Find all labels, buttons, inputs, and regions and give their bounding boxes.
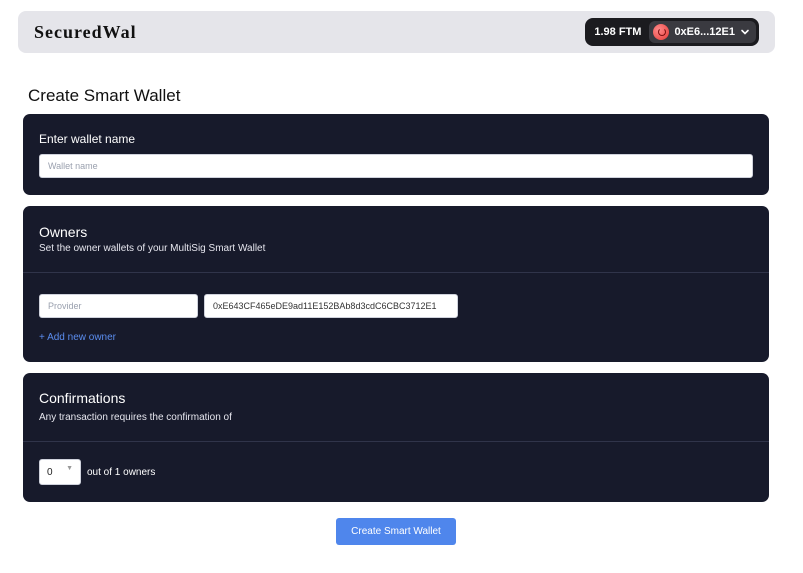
- wallet-name-input[interactable]: Wallet name: [39, 154, 753, 178]
- balance-label: 1.98 FTM: [594, 26, 642, 38]
- brand-logo: SecuredWal: [34, 22, 137, 42]
- add-owner-link[interactable]: + Add new owner: [39, 332, 116, 343]
- provider-input[interactable]: Provider: [39, 294, 198, 318]
- confirmations-select[interactable]: 0 ▼: [39, 459, 81, 485]
- owners-subtitle: Set the owner wallets of your MultiSig S…: [39, 243, 266, 254]
- account-widget[interactable]: 1.98 FTM 0xE6...12E1: [585, 18, 759, 46]
- confirmations-card: Confirmations Any transaction requires t…: [23, 373, 769, 502]
- chevron-down-icon: [741, 29, 749, 35]
- create-smart-wallet-button[interactable]: Create Smart Wallet: [336, 518, 456, 545]
- owners-title: Owners: [39, 224, 88, 240]
- top-bar: SecuredWal 1.98 FTM 0xE6...12E1: [18, 11, 775, 53]
- account-address: 0xE6...12E1: [674, 26, 735, 38]
- wallet-name-card: Enter wallet name Wallet name: [23, 114, 769, 195]
- owners-divider: [23, 272, 769, 273]
- owners-card: Owners Set the owner wallets of your Mul…: [23, 206, 769, 362]
- wallet-name-label: Enter wallet name: [39, 132, 136, 146]
- confirmations-select-value: 0: [47, 466, 53, 478]
- account-address-button[interactable]: 0xE6...12E1: [649, 21, 756, 43]
- account-avatar-icon: [653, 24, 670, 40]
- select-caret-icon: ▼: [66, 465, 73, 472]
- confirmations-divider: [23, 441, 769, 442]
- page-title: Create Smart Wallet: [28, 86, 181, 105]
- out-of-owners-label: out of 1 owners: [87, 467, 156, 478]
- owner-address-input[interactable]: 0xE643CF465eDE9ad11E152BAb8d3cdC6CBC3712…: [204, 294, 458, 318]
- confirmations-subtitle: Any transaction requires the confirmatio…: [39, 412, 232, 423]
- confirmations-title: Confirmations: [39, 390, 126, 406]
